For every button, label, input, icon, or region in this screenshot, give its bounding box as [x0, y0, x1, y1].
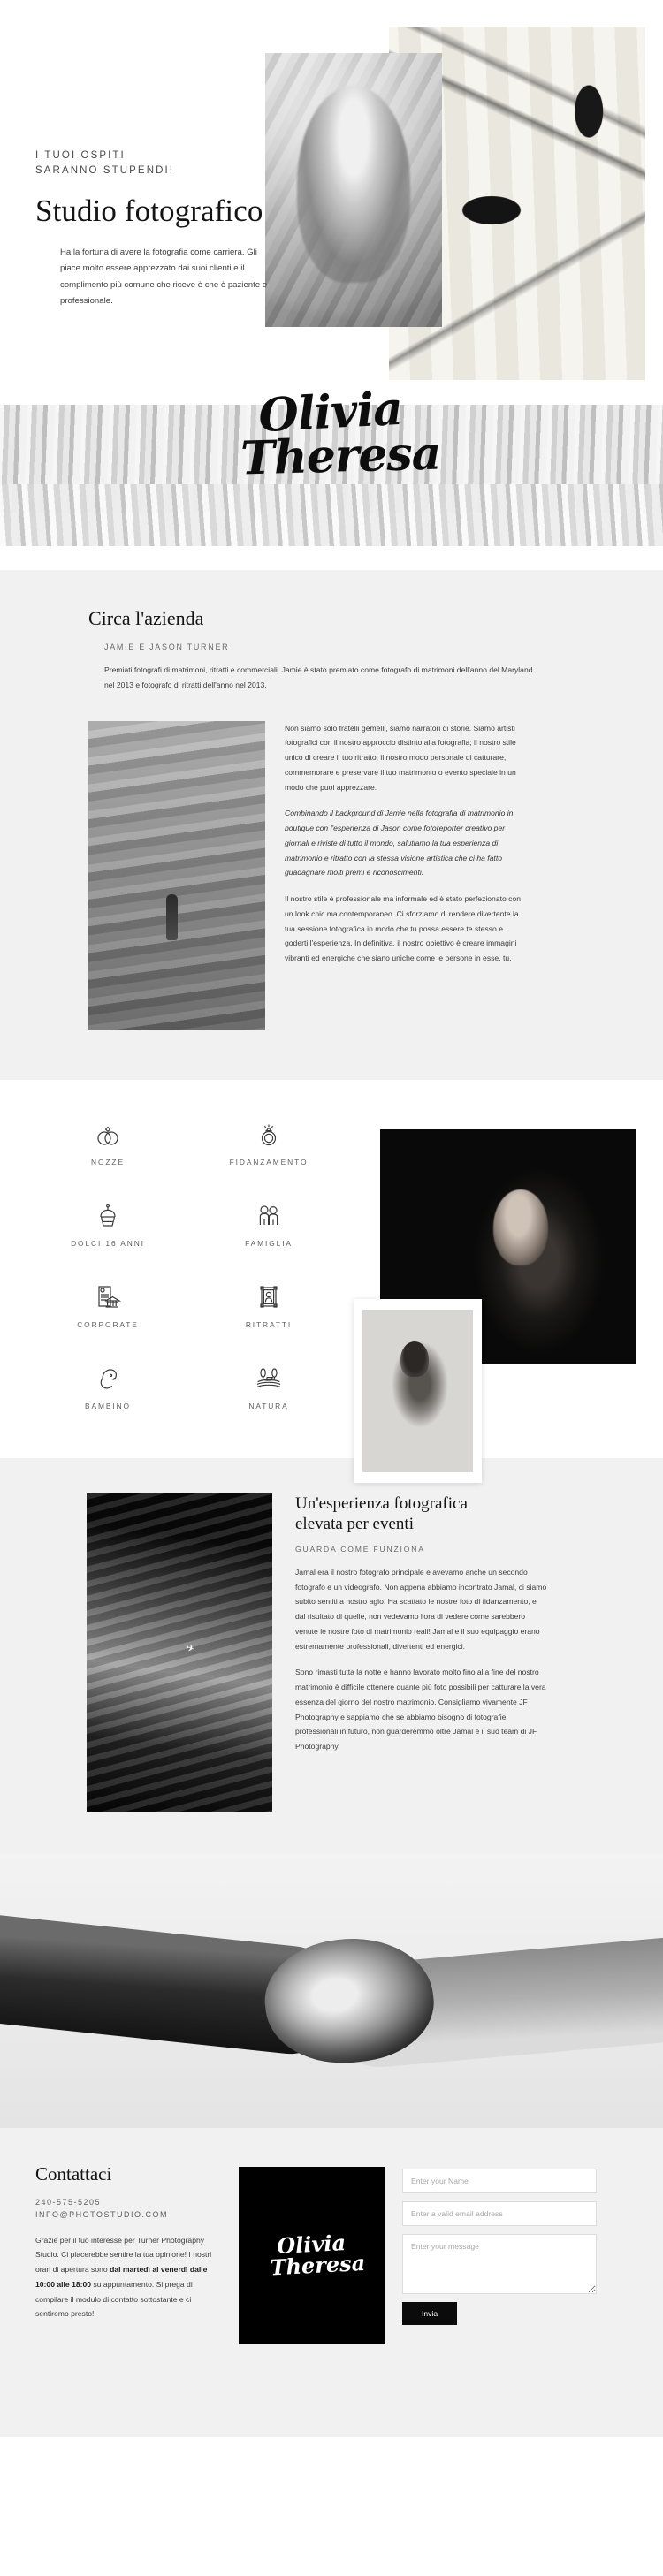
- hero-eyebrow-line1: I TUOI OSPITI: [35, 150, 126, 161]
- experience-title-line2: elevata per eventi: [295, 1514, 414, 1533]
- photography-landing-page: I TUOI OSPITI SARANNO STUPENDI! Studio f…: [0, 0, 663, 2437]
- about-lead-paragraph: Premiati fotografi di matrimoni, ritratt…: [104, 665, 533, 689]
- service-item-nozze[interactable]: NOZZE: [32, 1122, 184, 1166]
- service-label-bambino: BAMBINO: [85, 1401, 131, 1410]
- contact-inner: Contattaci 240-575-5205 INFO@PHOTOSTUDIO…: [0, 2163, 663, 2344]
- engagement-ring-icon: [261, 1124, 277, 1145]
- experience-paragraph-2: Sono rimasti tutta la notte e hanno lavo…: [295, 1668, 546, 1752]
- signature-texture-bottom: [0, 484, 663, 546]
- hero-eyebrow: I TUOI OSPITI SARANNO STUPENDI!: [35, 148, 301, 179]
- experience-title-line1: Un'esperienza fotografica: [295, 1493, 468, 1513]
- service-item-corporate[interactable]: CORPORATE: [32, 1285, 184, 1329]
- service-item-ritratti[interactable]: RITRATTI: [193, 1285, 345, 1329]
- services-icon-grid: NOZZE FIDANZAMENTO DOLCI 16 ANNI FAMIGLI…: [0, 1122, 345, 1410]
- service-label-dolci16: DOLCI 16 ANNI: [71, 1238, 145, 1248]
- contact-meta: 240-575-5205 INFO@PHOTOSTUDIO.COM: [35, 2196, 221, 2222]
- service-label-corporate: CORPORATE: [77, 1319, 139, 1329]
- service-item-famiglia[interactable]: FAMIGLIA: [193, 1204, 345, 1248]
- wedding-rings-icon: [97, 1126, 118, 1145]
- about-beach-photo: [88, 720, 265, 1030]
- services-photo-stack: [345, 1122, 663, 1483]
- services-section: NOZZE FIDANZAMENTO DOLCI 16 ANNI FAMIGLI…: [0, 1079, 663, 1483]
- hero-text-block: Ha la fortuna di avere la fotografia com…: [60, 245, 272, 310]
- signature-banner: Olivia Theresa: [0, 380, 663, 570]
- hero-title: Studio fotografico: [35, 193, 263, 228]
- cupcake-icon: [100, 1204, 116, 1227]
- contact-card-wordmark: Olivia Theresa: [258, 2230, 366, 2280]
- about-paragraph-3: Il nostro stile è professionale ma infor…: [285, 894, 522, 962]
- about-body: Non siamo solo fratelli gemelli, siamo n…: [0, 720, 663, 1030]
- contact-email[interactable]: INFO@PHOTOSTUDIO.COM: [35, 2208, 221, 2222]
- about-title: Circa l'azienda: [88, 607, 204, 629]
- about-header: Circa l'azienda: [0, 607, 663, 630]
- contact-info-column: Contattaci 240-575-5205 INFO@PHOTOSTUDIO…: [35, 2163, 221, 2344]
- service-item-bambino[interactable]: BAMBINO: [32, 1366, 184, 1410]
- corporate-building-icon: [98, 1285, 121, 1308]
- name-input[interactable]: [402, 2168, 597, 2193]
- about-text-column: Non siamo solo fratelli gemelli, siamo n…: [285, 721, 522, 1030]
- contact-section: Contattaci 240-575-5205 INFO@PHOTOSTUDIO…: [0, 2127, 663, 2437]
- service-framed-photo-inner: [362, 1309, 473, 1472]
- services-inner: NOZZE FIDANZAMENTO DOLCI 16 ANNI FAMIGLI…: [0, 1122, 663, 1483]
- contact-signature-card: Olivia Theresa: [239, 2166, 385, 2344]
- contact-card-line2: Theresa: [269, 2249, 366, 2280]
- experience-mountain-photo: [87, 1493, 272, 1812]
- experience-subtitle: GUARDA COME FUNZIONA: [295, 1544, 425, 1554]
- service-item-natura[interactable]: NATURA: [193, 1366, 345, 1410]
- about-section: Circa l'azienda JAMIE E JASON TURNER Pre…: [0, 570, 663, 1080]
- about-paragraph-2: Combinando il background di Jamie nella …: [285, 809, 514, 878]
- contact-form: Invia: [402, 2163, 614, 2344]
- email-input[interactable]: [402, 2200, 597, 2226]
- experience-paragraph-1: Jamal era il nostro fotografo principale…: [295, 1567, 547, 1651]
- service-label-ritratti: RITRATTI: [245, 1319, 293, 1329]
- hero-eyebrow-line2: SARANNO STUPENDI!: [35, 165, 175, 177]
- service-label-natura: NATURA: [248, 1401, 289, 1410]
- hero-section: I TUOI OSPITI SARANNO STUPENDI! Studio f…: [0, 0, 663, 380]
- service-label-famiglia: FAMIGLIA: [245, 1238, 293, 1248]
- nature-landscape-icon: [256, 1367, 281, 1387]
- experience-text-column: Un'esperienza fotografica elevata per ev…: [295, 1493, 547, 1812]
- experience-inner: Un'esperienza fotografica elevata per ev…: [0, 1493, 663, 1812]
- about-paragraph-1: Non siamo solo fratelli gemelli, siamo n…: [285, 723, 516, 792]
- experience-section: Un'esperienza fotografica elevata per ev…: [0, 1457, 663, 1854]
- message-input[interactable]: [402, 2233, 597, 2294]
- portrait-frame-icon: [260, 1285, 278, 1308]
- experience-title: Un'esperienza fotografica elevata per ev…: [295, 1493, 547, 1534]
- baby-icon: [100, 1368, 118, 1388]
- hero-copy: I TUOI OSPITI SARANNO STUPENDI! Studio f…: [35, 148, 301, 310]
- submit-button[interactable]: Invia: [402, 2301, 458, 2325]
- contact-title: Contattaci: [35, 2162, 112, 2185]
- hero-paragraph: Ha la fortuna di avere la fotografia com…: [60, 247, 268, 307]
- contact-body-text: Grazie per il tuo interesse per Turner P…: [35, 2233, 221, 2322]
- family-couple-icon: [259, 1204, 278, 1225]
- service-label-nozze: NOZZE: [91, 1157, 125, 1166]
- service-label-fidanzamento: FIDANZAMENTO: [229, 1157, 309, 1166]
- service-framed-photo: [354, 1298, 482, 1483]
- about-subtitle: JAMIE E JASON TURNER: [104, 642, 230, 651]
- service-item-fidanzamento[interactable]: FIDANZAMENTO: [193, 1122, 345, 1166]
- handshake-banner: [0, 1853, 663, 2128]
- service-item-dolci16[interactable]: DOLCI 16 ANNI: [32, 1204, 184, 1248]
- contact-phone[interactable]: 240-575-5205: [35, 2196, 221, 2209]
